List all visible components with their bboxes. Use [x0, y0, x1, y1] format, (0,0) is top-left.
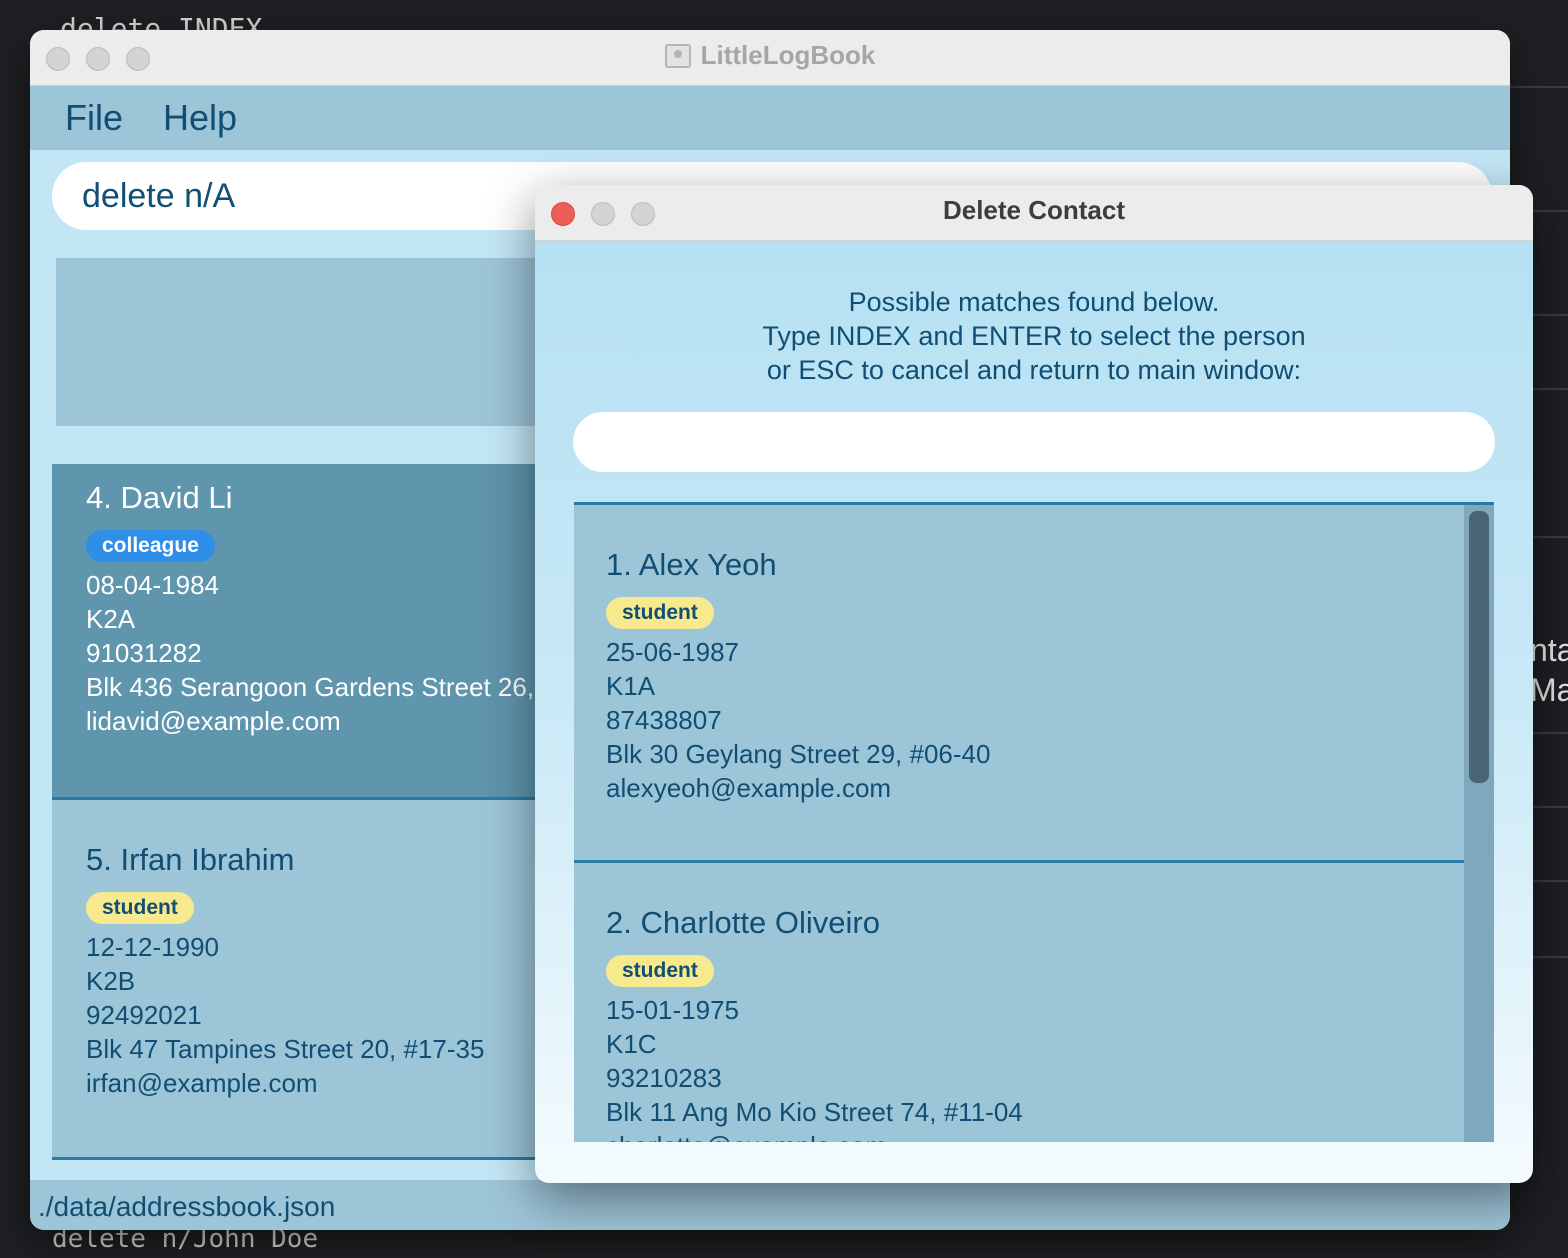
person-dob: 15-01-1975 — [606, 995, 739, 1025]
tag-badge: student — [606, 955, 714, 987]
instruction-line: or ESC to cancel and return to main wind… — [766, 355, 1302, 385]
person-list[interactable]: 4. David Li colleague 08-04-1984 K2A 910… — [52, 464, 552, 1160]
scrollbar-thumb[interactable] — [1469, 511, 1489, 783]
person-address: Blk 11 Ang Mo Kio Street 74, #11-04 — [606, 1097, 1023, 1127]
dialog-title: Delete Contact — [942, 195, 1126, 225]
tag-badge: colleague — [86, 530, 215, 562]
person-address: Blk 436 Serangoon Gardens Street 26, #16… — [86, 672, 552, 702]
person-address: Blk 47 Tampines Street 20, #17-35 — [86, 1034, 485, 1064]
matches-list[interactable]: 1. Alex Yeoh student 25-06-1987 K1A 8743… — [574, 502, 1494, 1142]
person-name: 2. Charlotte Oliveiro — [606, 905, 880, 940]
tag-badge: student — [606, 597, 714, 629]
background-text-line: Ma — [1530, 672, 1568, 708]
person-class: K2A — [86, 604, 136, 634]
person-address: Blk 30 Geylang Street 29, #06-40 — [606, 739, 991, 769]
person-name: 5. Irfan Ibrahim — [86, 842, 295, 877]
app-icon — [664, 44, 691, 68]
match-card[interactable]: 2. Charlotte Oliveiro student 15-01-1975… — [574, 863, 1464, 1142]
background-window-text: nta Ma — [1530, 630, 1568, 710]
result-display — [56, 258, 556, 426]
person-class: K2B — [86, 966, 136, 996]
main-titlebar[interactable]: LittleLogBook — [30, 30, 1510, 86]
person-dob: 12-12-1990 — [86, 932, 219, 962]
person-card[interactable]: 5. Irfan Ibrahim student 12-12-1990 K2B … — [52, 800, 552, 1160]
person-email: lidavid@example.com — [86, 706, 341, 736]
instruction-line: Type INDEX and ENTER to select the perso… — [762, 321, 1306, 351]
person-dob: 25-06-1987 — [606, 637, 739, 667]
person-name: 1. Alex Yeoh — [606, 547, 777, 582]
background-divider — [1508, 86, 1568, 88]
person-email: alexyeoh@example.com — [606, 773, 892, 803]
background-terminal-text: delete INDEX — [60, 14, 262, 30]
delete-contact-dialog: Delete Contact Possible matches found be… — [535, 185, 1533, 1183]
scrollbar-track[interactable] — [1464, 505, 1494, 1142]
person-name: 4. David Li — [86, 480, 233, 515]
dialog-titlebar[interactable]: Delete Contact — [535, 185, 1533, 241]
tag-badge: student — [86, 892, 194, 924]
person-dob: 08-04-1984 — [86, 570, 219, 600]
menu-file[interactable]: File — [65, 97, 123, 139]
person-email: charlotte@example.com — [606, 1129, 1464, 1142]
instruction-line: Possible matches found below. — [848, 287, 1220, 317]
person-class: K1A — [606, 671, 656, 701]
menu-bar: File Help — [30, 86, 1510, 150]
person-card-selected[interactable]: 4. David Li colleague 08-04-1984 K2A 910… — [52, 464, 552, 800]
match-card[interactable]: 1. Alex Yeoh student 25-06-1987 K1A 8743… — [574, 505, 1464, 863]
person-phone: 87438807 — [606, 705, 722, 735]
background-text-line: nta — [1530, 632, 1568, 668]
person-email: irfan@example.com — [86, 1068, 318, 1098]
window-title-text: LittleLogBook — [700, 40, 876, 70]
menu-help[interactable]: Help — [163, 97, 237, 139]
person-phone: 91031282 — [86, 638, 202, 668]
person-class: K1C — [606, 1029, 657, 1059]
dialog-instructions: Possible matches found below. Type INDEX… — [535, 285, 1533, 387]
person-phone: 93210283 — [606, 1063, 722, 1093]
status-bar-path: ./data/addressbook.json — [30, 1180, 1510, 1230]
window-title: LittleLogBook — [30, 40, 1510, 71]
person-phone: 92492021 — [86, 1000, 202, 1030]
index-input[interactable] — [573, 412, 1495, 472]
